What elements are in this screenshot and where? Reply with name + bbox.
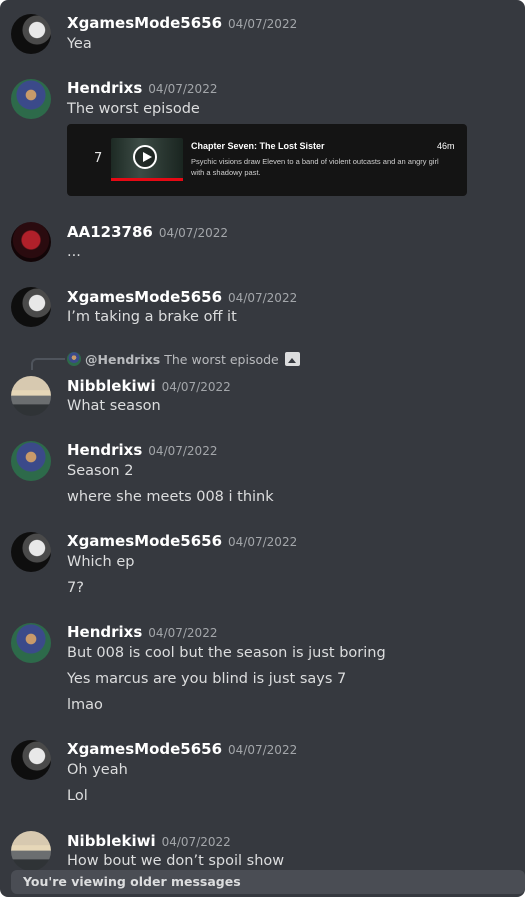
avatar[interactable]: [11, 287, 51, 327]
message-header: XgamesMode5656 04/07/2022: [67, 531, 297, 550]
message-header: Nibblekiwi 04/07/2022: [67, 376, 231, 395]
message-header: Nibblekiwi 04/07/2022: [67, 831, 231, 850]
message-text: The worst episode: [67, 101, 200, 117]
timestamp: 04/07/2022: [161, 380, 231, 394]
username[interactable]: XgamesMode5656: [67, 288, 222, 306]
message-header: AA123786 04/07/2022: [67, 222, 228, 241]
timestamp: 04/07/2022: [228, 17, 298, 31]
reply-preview[interactable]: @Hendrixs The worst episode: [67, 352, 300, 367]
message-header: XgamesMode5656 04/07/2022: [67, 739, 297, 758]
avatar[interactable]: [11, 79, 51, 119]
message-header: Hendrixs 04/07/2022: [67, 78, 217, 97]
username[interactable]: XgamesMode5656: [67, 532, 222, 550]
username[interactable]: XgamesMode5656: [67, 14, 222, 32]
avatar[interactable]: [11, 222, 51, 262]
play-icon[interactable]: [133, 145, 157, 169]
avatar[interactable]: [11, 376, 51, 416]
timestamp: 04/07/2022: [228, 535, 298, 549]
reply-connector: [31, 358, 65, 370]
avatar[interactable]: [11, 623, 51, 663]
username[interactable]: Nibblekiwi: [67, 377, 156, 395]
message-text: 7?: [67, 580, 84, 596]
username[interactable]: AA123786: [67, 223, 153, 241]
episode-duration: 46m: [437, 141, 455, 151]
username[interactable]: Hendrixs: [67, 441, 142, 459]
timestamp: 04/07/2022: [228, 291, 298, 305]
timestamp: 04/07/2022: [161, 835, 231, 849]
username[interactable]: XgamesMode5656: [67, 740, 222, 758]
episode-embed[interactable]: 7 Chapter Seven: The Lost Sister 46m Psy…: [67, 124, 467, 196]
image-icon: [284, 352, 300, 366]
message-text: Lol: [67, 788, 88, 804]
message-text: Yes marcus are you blind is just says 7: [67, 671, 347, 687]
avatar[interactable]: [11, 532, 51, 572]
episode-thumbnail[interactable]: [111, 138, 183, 180]
timestamp: 04/07/2022: [148, 82, 218, 96]
message-text: How bout we don’t spoil show: [67, 853, 285, 869]
avatar[interactable]: [11, 14, 51, 54]
message-text: Season 2: [67, 463, 134, 479]
reply-avatar: [67, 352, 81, 366]
reply-text[interactable]: The worst episode: [164, 352, 279, 367]
timestamp: 04/07/2022: [148, 626, 218, 640]
chat-log: XgamesMode5656 04/07/2022 Yea Hendrixs 04/…: [0, 0, 525, 897]
message-text: What season: [67, 398, 161, 414]
avatar[interactable]: [11, 831, 51, 871]
message-text: I’m taking a brake off it: [67, 309, 237, 325]
username[interactable]: Hendrixs: [67, 79, 142, 97]
timestamp: 04/07/2022: [158, 226, 229, 240]
older-messages-banner[interactable]: You're viewing older messages: [11, 870, 525, 894]
username[interactable]: Hendrixs: [67, 623, 142, 641]
message-text: lmao: [67, 697, 103, 713]
message-header: Hendrixs 04/07/2022: [67, 440, 217, 459]
message-text: where she meets 008 i think: [67, 489, 274, 505]
timestamp: 04/07/2022: [228, 743, 298, 757]
timestamp: 04/07/2022: [148, 444, 218, 458]
avatar[interactable]: [11, 441, 51, 481]
message-text: Yea: [67, 36, 92, 52]
banner-text: You're viewing older messages: [23, 874, 241, 889]
progress-bar: [111, 178, 183, 181]
message-header: Hendrixs 04/07/2022: [67, 622, 217, 641]
message-header: XgamesMode5656 04/07/2022: [67, 287, 297, 306]
episode-number: 7: [94, 151, 103, 166]
reply-username[interactable]: @Hendrixs: [85, 352, 160, 367]
message-text: ...: [67, 244, 81, 260]
message-text: But 008 is cool but the season is just b…: [67, 645, 386, 661]
message-text: Oh yeah: [67, 762, 128, 778]
episode-description: Psychic visions draw Eleven to a band of…: [191, 157, 439, 177]
avatar[interactable]: [11, 740, 51, 780]
username[interactable]: Nibblekiwi: [67, 832, 156, 850]
message-header: XgamesMode5656 04/07/2022: [67, 13, 297, 32]
episode-title: Chapter Seven: The Lost Sister: [191, 141, 325, 151]
message-text: Which ep: [67, 554, 135, 570]
